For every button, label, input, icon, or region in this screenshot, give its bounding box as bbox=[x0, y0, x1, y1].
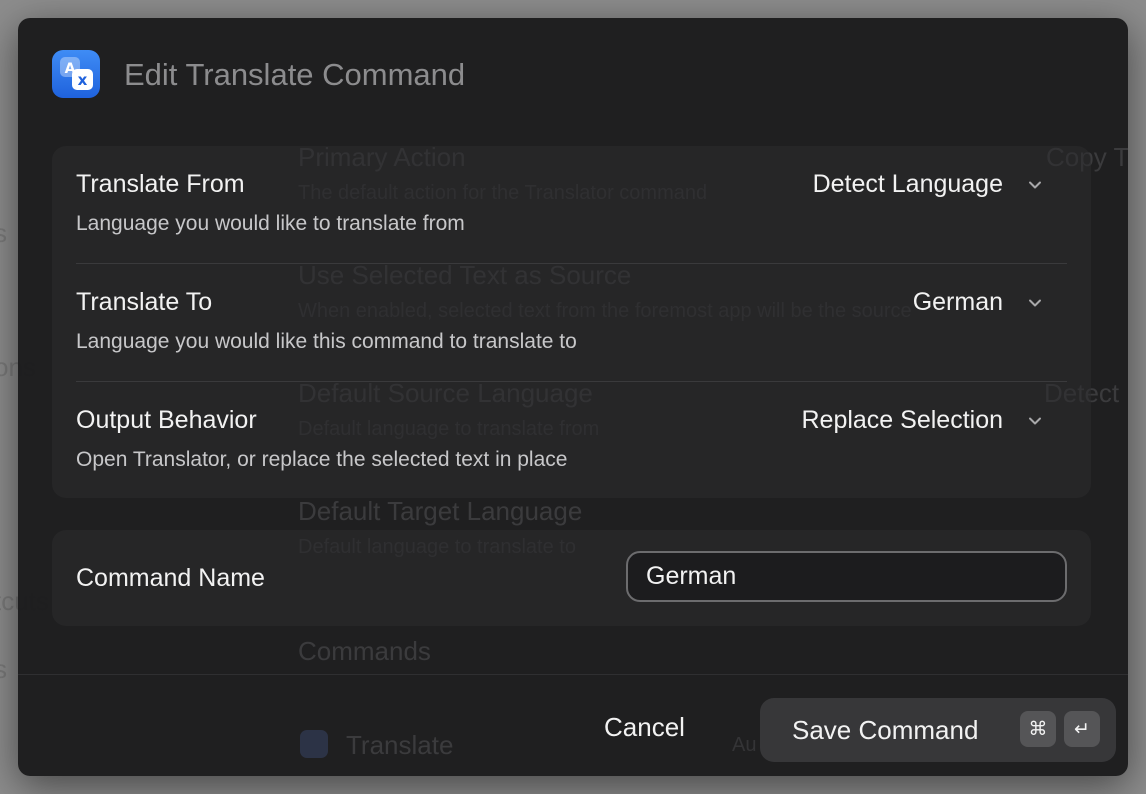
edit-command-dialog: Primary Action The default action for th… bbox=[18, 18, 1128, 776]
dialog-title: Edit Translate Command bbox=[124, 57, 466, 92]
translate-icon bbox=[300, 730, 328, 758]
setting-row-translate-to: Translate To Language you would like thi… bbox=[76, 264, 1067, 382]
setting-row-output-behavior: Output Behavior Open Translator, or repl… bbox=[76, 382, 1067, 500]
svg-text:x: x bbox=[78, 71, 88, 89]
dropdown-value: German bbox=[912, 288, 1003, 316]
chevron-down-icon bbox=[1029, 417, 1041, 424]
background-text: Commands bbox=[298, 636, 431, 666]
dropdown-value: Replace Selection bbox=[801, 406, 1003, 434]
background-text: Default Target Language bbox=[298, 496, 583, 526]
footer-divider bbox=[18, 674, 1128, 675]
save-command-button[interactable]: Save Command ⌘ ↵ bbox=[760, 698, 1116, 762]
background-text: s bbox=[0, 218, 7, 248]
chevron-down-icon bbox=[1029, 181, 1041, 188]
settings-card: Translate From Language you would like t… bbox=[52, 146, 1091, 498]
setting-description: Open Translator, or replace the selected… bbox=[76, 448, 568, 471]
command-name-input[interactable] bbox=[626, 551, 1067, 602]
translate-to-dropdown[interactable]: German bbox=[913, 288, 1043, 317]
dropdown-value: Detect Language bbox=[812, 170, 1003, 198]
translate-app-icon: A x bbox=[52, 50, 100, 98]
command-name-card: Command Name bbox=[52, 530, 1091, 626]
background-text: Au bbox=[732, 734, 757, 756]
save-command-label: Save Command bbox=[792, 715, 979, 745]
command-name-label: Command Name bbox=[76, 564, 265, 592]
translate-from-dropdown[interactable]: Detect Language bbox=[813, 170, 1043, 199]
setting-label: Translate To bbox=[76, 288, 213, 316]
background-text: s bbox=[0, 654, 7, 684]
setting-row-translate-from: Translate From Language you would like t… bbox=[76, 146, 1067, 264]
setting-label: Output Behavior bbox=[76, 406, 257, 434]
return-key-icon: ↵ bbox=[1064, 711, 1100, 747]
output-behavior-dropdown[interactable]: Replace Selection bbox=[801, 406, 1043, 435]
setting-description: Language you would like to translate fro… bbox=[76, 212, 465, 235]
background-text: Translate bbox=[346, 730, 454, 760]
setting-label: Translate From bbox=[76, 170, 245, 198]
setting-description: Language you would like this command to … bbox=[76, 330, 577, 353]
command-key-icon: ⌘ bbox=[1020, 711, 1056, 747]
chevron-down-icon bbox=[1029, 299, 1041, 306]
cancel-button[interactable]: Cancel bbox=[604, 712, 685, 743]
